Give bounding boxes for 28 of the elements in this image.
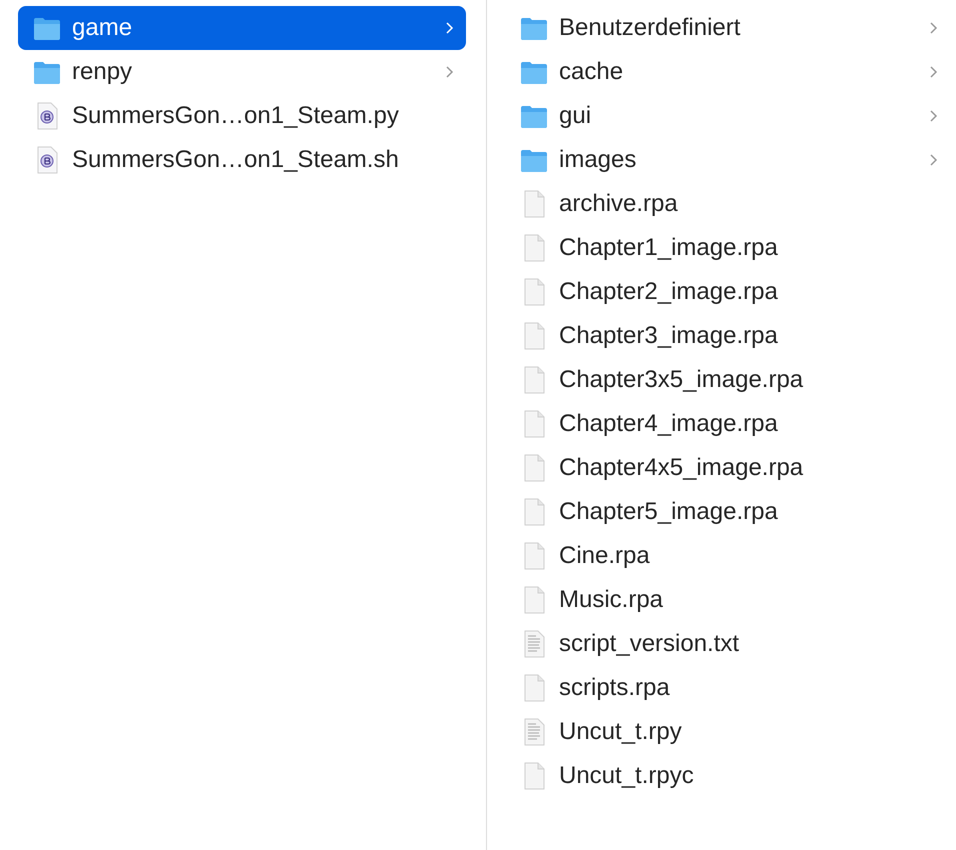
file-row[interactable]: Uncut_t.rpyc — [505, 754, 950, 798]
file-row[interactable]: cache — [505, 50, 950, 94]
chevron-icon — [444, 64, 454, 80]
file-row[interactable]: Chapter3x5_image.rpa — [505, 358, 950, 402]
file-row[interactable]: images — [505, 138, 950, 182]
file-row[interactable]: Chapter4_image.rpa — [505, 402, 950, 446]
chevron-icon — [928, 152, 938, 168]
file-row[interactable]: Cine.rpa — [505, 534, 950, 578]
chevron-icon — [928, 20, 938, 36]
file-row[interactable]: Chapter2_image.rpa — [505, 270, 950, 314]
file-row[interactable]: SummersGon…on1_Steam.py — [18, 94, 466, 138]
chevron-icon — [928, 108, 938, 124]
file-row[interactable]: Chapter5_image.rpa — [505, 490, 950, 534]
file-row[interactable]: script_version.txt — [505, 622, 950, 666]
chevron-icon — [928, 64, 938, 80]
file-row[interactable]: Chapter1_image.rpa — [505, 226, 950, 270]
file-row[interactable]: renpy — [18, 50, 466, 94]
file-row[interactable]: Chapter3_image.rpa — [505, 314, 950, 358]
file-row[interactable]: scripts.rpa — [505, 666, 950, 710]
file-row[interactable]: game — [18, 6, 466, 50]
file-row[interactable]: gui — [505, 94, 950, 138]
file-row[interactable]: Uncut_t.rpy — [505, 710, 950, 754]
file-row[interactable]: SummersGon…on1_Steam.sh — [18, 138, 466, 182]
file-row[interactable]: Chapter4x5_image.rpa — [505, 446, 950, 490]
chevron-icon — [444, 20, 454, 36]
file-row[interactable]: Benutzerdefiniert — [505, 6, 950, 50]
file-row[interactable]: archive.rpa — [505, 182, 950, 226]
file-row[interactable]: Music.rpa — [505, 578, 950, 622]
